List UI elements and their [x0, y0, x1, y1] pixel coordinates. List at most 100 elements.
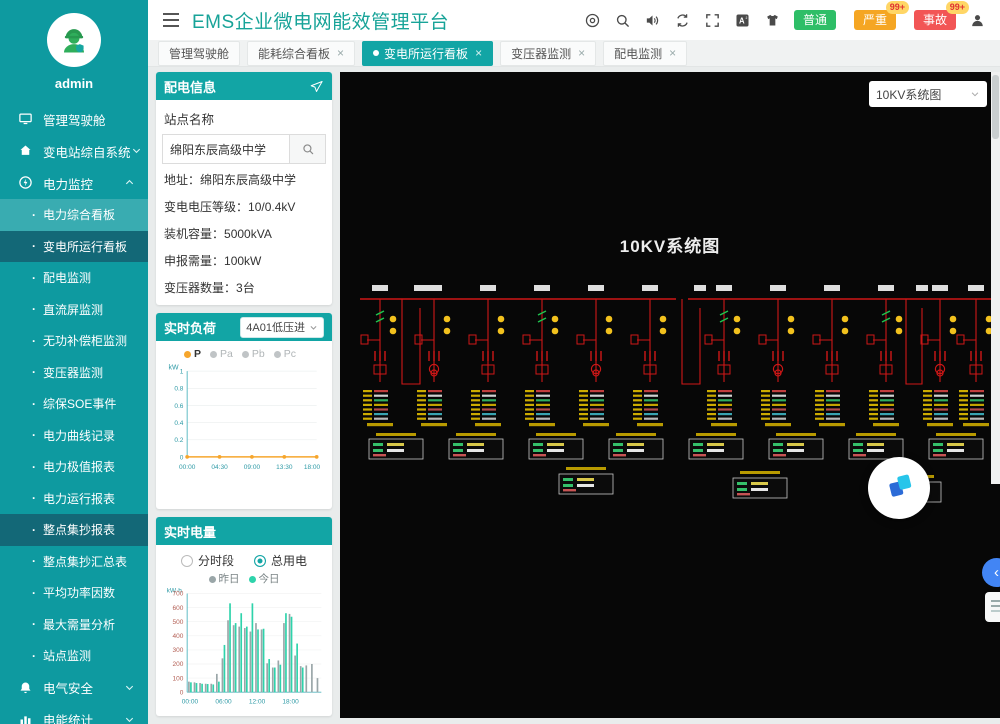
legend-item[interactable]: Pb: [242, 348, 265, 360]
legend-item[interactable]: P: [184, 348, 201, 360]
sidebar-subitem[interactable]: ·平均功率因数: [0, 577, 148, 609]
record-icon[interactable]: [584, 12, 601, 29]
energy-usage-chart: kW·h010020030040050060070000:0006:0012:0…: [162, 586, 326, 707]
sidebar-subitem[interactable]: ·电力极值报表: [0, 451, 148, 483]
radio-option[interactable]: 总用电: [254, 552, 307, 569]
menu-collapse-icon[interactable]: [162, 13, 180, 27]
send-icon[interactable]: [309, 79, 324, 94]
volume-icon[interactable]: [644, 12, 661, 29]
sidebar-subitem[interactable]: ·电力曲线记录: [0, 420, 148, 452]
sidebar-subitem[interactable]: ·整点集抄报表: [0, 514, 148, 546]
chevron-down-icon: [970, 89, 980, 99]
chevron-down-icon: [124, 714, 136, 724]
legend-item[interactable]: Pc: [274, 348, 296, 360]
grip-icon: [991, 600, 1000, 602]
sidebar-subitem[interactable]: ·变电所运行看板: [0, 231, 148, 263]
sidebar-subitem[interactable]: ·直流屏监测: [0, 294, 148, 326]
alarm-icon: [18, 680, 34, 696]
tab-close-icon[interactable]: ×: [337, 47, 344, 59]
svg-text:0.6: 0.6: [174, 403, 183, 410]
sidebar-subitem[interactable]: ·变压器监测: [0, 357, 148, 389]
sidebar-subitem[interactable]: ·配电监测: [0, 262, 148, 294]
info-row: 地址：绵阳东辰高级中学: [162, 167, 326, 194]
svg-text:12:00: 12:00: [249, 698, 266, 705]
tab-item[interactable]: 管理驾驶舱: [158, 41, 240, 66]
site-name-label: 站点名称: [164, 109, 324, 128]
tab-item[interactable]: 配电监测×: [603, 41, 687, 66]
sidebar-item[interactable]: 电能统计: [0, 704, 148, 724]
legend-dot: [249, 576, 256, 583]
card-title: 配电信息: [164, 77, 216, 96]
chevron-left-icon: ‹: [994, 564, 999, 581]
diagram-title: 10KV系统图: [340, 232, 1000, 257]
user-icon[interactable]: [969, 12, 986, 29]
tab-item[interactable]: 能耗综合看板×: [247, 41, 355, 66]
svg-text:13:30: 13:30: [276, 464, 293, 471]
svg-text:100: 100: [173, 675, 184, 682]
load-legend: P Pa Pb Pc: [162, 346, 326, 360]
legend-dot: [209, 576, 216, 583]
tab-item[interactable]: 变压器监测×: [500, 41, 596, 66]
chevron-down-icon: [124, 682, 136, 694]
legend-item[interactable]: Pa: [210, 348, 233, 360]
sidebar-item[interactable]: 管理驾驶舱: [0, 103, 148, 135]
radio-option[interactable]: 分时段: [181, 552, 234, 569]
svg-text:0.4: 0.4: [174, 420, 183, 427]
distribution-info-card: 配电信息 站点名称 地址：绵阳东辰高级中学变电电压等级：10/0.4kV装机容量…: [156, 72, 332, 305]
meeting-logo-icon: [880, 469, 918, 507]
svg-text:04:30: 04:30: [211, 464, 228, 471]
tencent-meeting-fab[interactable]: [868, 457, 930, 519]
legend-item[interactable]: 今日: [249, 571, 280, 586]
diagram-select[interactable]: 10KV系统图: [869, 81, 987, 107]
sidebar-subitem[interactable]: ·整点集抄汇总表: [0, 546, 148, 578]
svg-text:A: A: [739, 16, 745, 25]
site-search-button[interactable]: [290, 134, 326, 164]
site-name-input[interactable]: [162, 134, 290, 164]
sidebar-item[interactable]: 电力监控: [0, 167, 148, 199]
fullscreen-icon[interactable]: [704, 12, 721, 29]
svg-text:18:00: 18:00: [282, 698, 299, 705]
left-panel: 配电信息 站点名称 地址：绵阳东辰高级中学变电电压等级：10/0.4kV装机容量…: [156, 72, 332, 724]
active-dot: [373, 50, 379, 56]
site-info-list: 地址：绵阳东辰高级中学变电电压等级：10/0.4kV装机容量：5000kVA申报…: [162, 167, 326, 302]
search-icon[interactable]: [614, 12, 631, 29]
refresh-icon[interactable]: [674, 12, 691, 29]
app-root: admin 管理驾驶舱变电站综自系统电力监控·电力综合看板·变电所运行看板·配电…: [0, 0, 1000, 724]
tab-bar: 管理驾驶舱能耗综合看板× 变电所运行看板× 变压器监测× 配电监测×: [148, 40, 1000, 67]
alarm-level-normal[interactable]: 普通: [794, 10, 836, 30]
sidebar-subitem[interactable]: ·电力运行报表: [0, 483, 148, 515]
severe-count-badge: 99+: [886, 1, 909, 14]
feeder-select[interactable]: 4A01低压进: [240, 317, 324, 338]
scrollbar-thumb[interactable]: [992, 75, 999, 139]
edge-floating-widget[interactable]: [985, 592, 1000, 622]
sidebar-subitem[interactable]: ·电力综合看板: [0, 199, 148, 231]
sidebar-subitem[interactable]: ·综保SOE事件: [0, 388, 148, 420]
theme-shirt-icon[interactable]: [764, 12, 781, 29]
stats-icon: [18, 712, 34, 724]
tab-close-icon[interactable]: ×: [578, 47, 585, 59]
avatar[interactable]: [47, 13, 101, 67]
realtime-load-header: 实时负荷 4A01低压进: [156, 313, 332, 341]
sidebar-subitem[interactable]: ·最大需量分析: [0, 609, 148, 641]
content-area: 配电信息 站点名称 地址：绵阳东辰高级中学变电电压等级：10/0.4kV装机容量…: [148, 67, 1000, 724]
legend-dot: [274, 351, 281, 358]
svg-text:0: 0: [180, 689, 184, 696]
tab-active[interactable]: 变电所运行看板×: [362, 41, 493, 66]
energy-legend: 昨日今日: [162, 569, 326, 586]
sidebar-item[interactable]: 变电站综自系统: [0, 135, 148, 167]
realtime-energy-header: 实时电量: [156, 517, 332, 545]
font-size-icon[interactable]: A²: [734, 12, 751, 29]
scrollbar[interactable]: [991, 72, 1000, 484]
sidebar-item[interactable]: 电气安全: [0, 672, 148, 704]
sidebar-subitem[interactable]: ·站点监测: [0, 640, 148, 672]
tab-close-icon[interactable]: ×: [669, 47, 676, 59]
legend-dot: [184, 351, 191, 358]
realtime-load-card: 实时负荷 4A01低压进 PPaPbPc kW00.20.40.60.8100:…: [156, 313, 332, 509]
legend-item[interactable]: 昨日: [209, 571, 240, 586]
dashboard-icon: [18, 111, 34, 127]
radio-selected-icon: [254, 555, 266, 567]
sidebar-subitem[interactable]: ·无功补偿柜监测: [0, 325, 148, 357]
power-icon: [18, 175, 34, 191]
tab-close-icon[interactable]: ×: [475, 47, 482, 59]
info-row: 变压器数量：3台: [162, 275, 326, 302]
